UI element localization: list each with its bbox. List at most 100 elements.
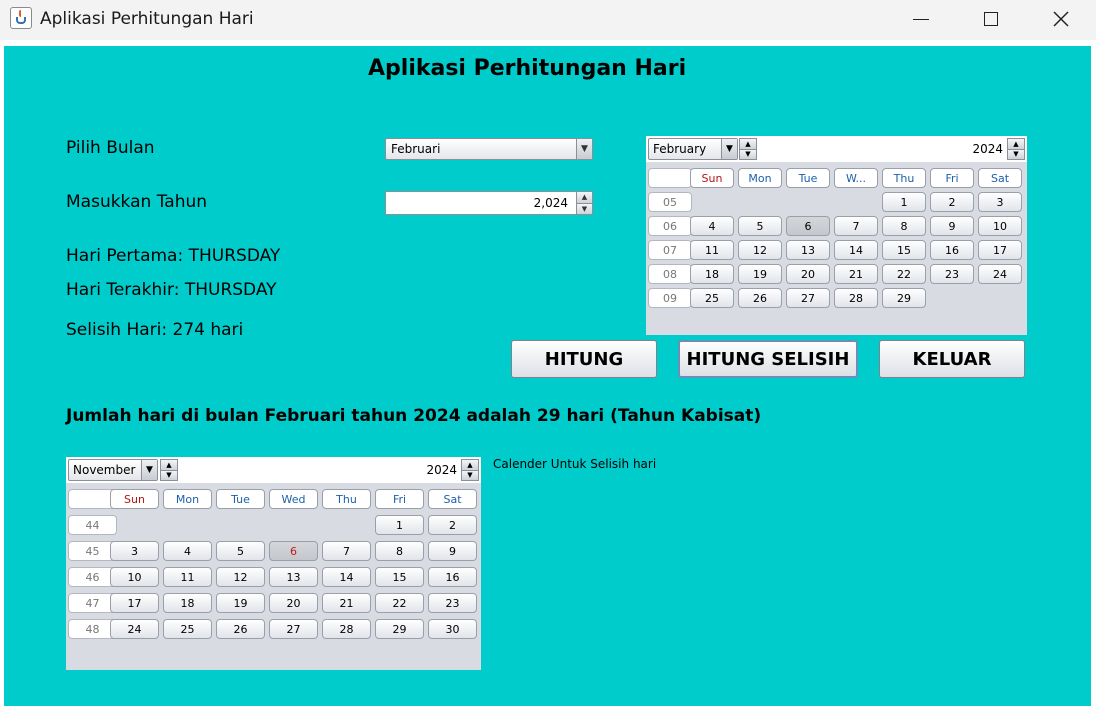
calendar-bottom-header: November ▼ ▲ ▼ 2024 ▲ ▼ — [66, 457, 481, 483]
month-select[interactable]: Februari ▼ — [385, 138, 593, 160]
close-button[interactable] — [1028, 0, 1094, 38]
hitung-button[interactable]: HITUNG — [511, 340, 657, 378]
calendar-top-year-spinner[interactable]: 2024 ▲ ▼ — [760, 138, 1025, 160]
day-button[interactable]: 11 — [163, 567, 212, 587]
day-button[interactable]: 17 — [978, 240, 1022, 260]
day-button[interactable]: 5 — [216, 541, 265, 561]
day-button[interactable]: 24 — [110, 619, 159, 639]
day-button[interactable]: 14 — [322, 567, 371, 587]
weekday-header: Sat — [428, 489, 477, 509]
day-button[interactable]: 27 — [269, 619, 318, 639]
calendar-bottom-month-select[interactable]: November ▼ — [68, 459, 158, 481]
day-button[interactable]: 28 — [834, 288, 878, 308]
day-button[interactable]: 26 — [738, 288, 782, 308]
day-button[interactable]: 6 — [269, 541, 318, 561]
spinner-up-icon[interactable]: ▲ — [577, 192, 592, 203]
spinner-down-icon[interactable]: ▼ — [1008, 148, 1024, 159]
day-button[interactable]: 26 — [216, 619, 265, 639]
maximize-button[interactable] — [958, 0, 1024, 38]
week-number: 44 — [68, 515, 117, 535]
title-bar: Aplikasi Perhitungan Hari — [0, 0, 1096, 40]
spinner-up-icon[interactable]: ▲ — [740, 139, 756, 149]
calendar-top-header: February ▼ ▲ ▼ 2024 ▲ ▼ — [646, 136, 1027, 162]
day-button[interactable]: 17 — [110, 593, 159, 613]
day-button[interactable]: 12 — [216, 567, 265, 587]
day-button[interactable]: 28 — [322, 619, 371, 639]
day-button[interactable]: 6 — [786, 216, 830, 236]
day-button[interactable]: 22 — [375, 593, 424, 613]
day-button[interactable]: 25 — [163, 619, 212, 639]
hitung-selisih-button[interactable]: HITUNG SELISIH — [678, 340, 858, 378]
main-panel: Aplikasi Perhitungan Hari Pilih Bulan Fe… — [4, 46, 1091, 706]
day-button[interactable]: 10 — [110, 567, 159, 587]
spinner-up-icon[interactable]: ▲ — [161, 460, 177, 470]
day-button[interactable]: 3 — [110, 541, 159, 561]
day-button[interactable]: 12 — [738, 240, 782, 260]
day-button[interactable]: 24 — [978, 264, 1022, 284]
year-spinner[interactable]: 2,024 ▲ ▼ — [385, 191, 593, 215]
day-button[interactable]: 8 — [882, 216, 926, 236]
spinner-down-icon[interactable]: ▼ — [577, 202, 592, 214]
chevron-down-icon[interactable]: ▼ — [576, 139, 592, 159]
day-button[interactable]: 19 — [216, 593, 265, 613]
day-button[interactable]: 16 — [428, 567, 477, 587]
day-button[interactable]: 3 — [978, 192, 1022, 212]
keluar-button[interactable]: KELUAR — [879, 340, 1025, 378]
day-button[interactable]: 15 — [375, 567, 424, 587]
day-button[interactable]: 18 — [163, 593, 212, 613]
close-icon — [1053, 11, 1069, 27]
day-button[interactable]: 15 — [882, 240, 926, 260]
day-button[interactable]: 20 — [786, 264, 830, 284]
week-number: 07 — [648, 240, 692, 260]
calendar-top-month-spinner[interactable]: ▲ ▼ — [739, 138, 757, 160]
spinner-up-icon[interactable]: ▲ — [462, 460, 478, 470]
day-button[interactable]: 8 — [375, 541, 424, 561]
day-button[interactable]: 29 — [375, 619, 424, 639]
weekday-header: Tue — [216, 489, 265, 509]
weekday-header: Tue — [786, 168, 830, 188]
day-button[interactable]: 16 — [930, 240, 974, 260]
day-button[interactable]: 13 — [269, 567, 318, 587]
spinner-up-icon[interactable]: ▲ — [1008, 139, 1024, 149]
window-title: Aplikasi Perhitungan Hari — [40, 9, 254, 29]
day-button[interactable]: 21 — [834, 264, 878, 284]
spinner-down-icon[interactable]: ▼ — [740, 148, 756, 159]
day-button[interactable]: 23 — [930, 264, 974, 284]
day-button[interactable]: 30 — [428, 619, 477, 639]
day-button[interactable]: 9 — [930, 216, 974, 236]
day-button[interactable]: 7 — [834, 216, 878, 236]
day-button[interactable]: 20 — [269, 593, 318, 613]
day-button[interactable]: 13 — [786, 240, 830, 260]
day-button[interactable]: 7 — [322, 541, 371, 561]
day-button[interactable]: 1 — [375, 515, 424, 535]
day-button[interactable]: 10 — [978, 216, 1022, 236]
day-button[interactable]: 14 — [834, 240, 878, 260]
day-button[interactable]: 4 — [690, 216, 734, 236]
weekday-header: W... — [834, 168, 878, 188]
day-button[interactable]: 1 — [882, 192, 926, 212]
day-button[interactable]: 21 — [322, 593, 371, 613]
day-button[interactable]: 25 — [690, 288, 734, 308]
day-button[interactable]: 11 — [690, 240, 734, 260]
day-button[interactable]: 18 — [690, 264, 734, 284]
chevron-down-icon[interactable]: ▼ — [141, 460, 157, 480]
calendar-bottom-year-spinner[interactable]: 2024 ▲ ▼ — [182, 459, 479, 481]
day-button[interactable]: 27 — [786, 288, 830, 308]
day-button[interactable]: 5 — [738, 216, 782, 236]
spinner-down-icon[interactable]: ▼ — [462, 469, 478, 480]
minimize-button[interactable] — [888, 0, 954, 38]
day-button[interactable]: 9 — [428, 541, 477, 561]
day-button[interactable]: 23 — [428, 593, 477, 613]
year-spinner-value: 2,024 — [533, 196, 568, 210]
day-button[interactable]: 29 — [882, 288, 926, 308]
day-button[interactable]: 22 — [882, 264, 926, 284]
calendar-top-month-select[interactable]: February ▼ — [648, 138, 738, 160]
day-button[interactable]: 2 — [930, 192, 974, 212]
day-button[interactable]: 2 — [428, 515, 477, 535]
spinner-down-icon[interactable]: ▼ — [161, 469, 177, 480]
calendar-bottom-month-spinner[interactable]: ▲ ▼ — [160, 459, 178, 481]
day-button[interactable]: 4 — [163, 541, 212, 561]
chevron-down-icon[interactable]: ▼ — [721, 139, 737, 159]
day-button[interactable]: 19 — [738, 264, 782, 284]
weekday-header: Mon — [163, 489, 212, 509]
